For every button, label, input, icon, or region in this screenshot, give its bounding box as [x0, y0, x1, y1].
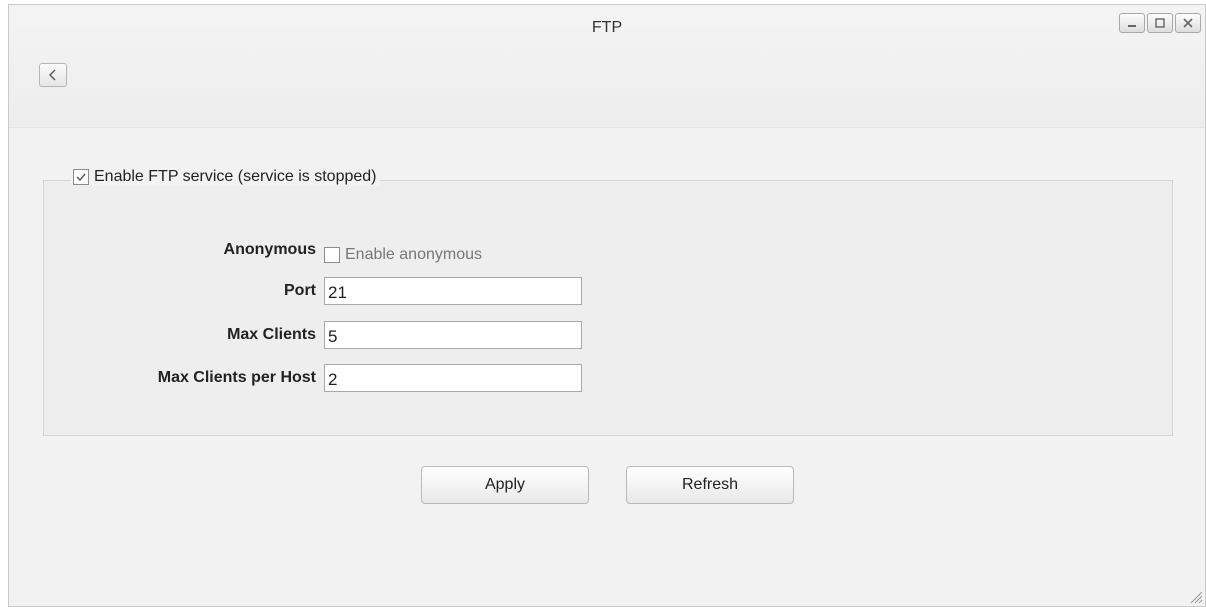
window-title: FTP — [591, 19, 623, 36]
max-clients-per-host-row: Max Clients per Host — [44, 364, 582, 392]
anonymous-label: Anonymous — [223, 241, 316, 258]
max-clients-per-host-label: Max Clients per Host — [157, 369, 316, 386]
close-icon — [1183, 18, 1193, 28]
checkmark-icon — [76, 173, 86, 182]
chevron-left-icon — [49, 69, 56, 81]
refresh-button[interactable]: Refresh — [626, 466, 794, 504]
enable-ftp-option[interactable]: Enable FTP service (service is stopped) — [71, 168, 381, 186]
enable-ftp-checkbox[interactable] — [73, 169, 89, 185]
window-controls — [1119, 13, 1201, 33]
enable-anonymous-option[interactable]: Enable anonymous — [324, 236, 482, 264]
resize-grip-icon[interactable] — [1187, 588, 1203, 604]
enable-anonymous-checkbox[interactable] — [324, 247, 340, 263]
ftp-settings-group: Anonymous Enable anonymous Port Max Clie… — [43, 180, 1173, 436]
port-label: Port — [284, 282, 316, 299]
ftp-window: FTP Anonymous Enable anonymous Port 21 M… — [8, 4, 1206, 607]
max-clients-per-host-input[interactable] — [324, 364, 582, 392]
enable-anonymous-label: Enable anonymous — [345, 246, 482, 263]
back-button[interactable] — [39, 63, 67, 87]
close-button[interactable] — [1175, 13, 1201, 33]
content-area: Anonymous Enable anonymous Port Max Clie… — [9, 128, 1205, 606]
anonymous-row: Anonymous Enable anonymous — [44, 236, 482, 264]
apply-button[interactable]: Apply — [421, 466, 589, 504]
max-clients-row: Max Clients — [44, 321, 582, 349]
port-input[interactable] — [324, 277, 582, 305]
maximize-button[interactable] — [1147, 13, 1173, 33]
minimize-icon — [1128, 25, 1136, 27]
max-clients-input[interactable] — [324, 321, 582, 349]
title-bar: FTP — [9, 5, 1205, 128]
maximize-icon — [1155, 18, 1165, 28]
max-clients-label: Max Clients — [227, 326, 316, 343]
minimize-button[interactable] — [1119, 13, 1145, 33]
enable-ftp-label: Enable FTP service (service is stopped) — [94, 168, 377, 185]
port-row: Port — [44, 277, 582, 305]
